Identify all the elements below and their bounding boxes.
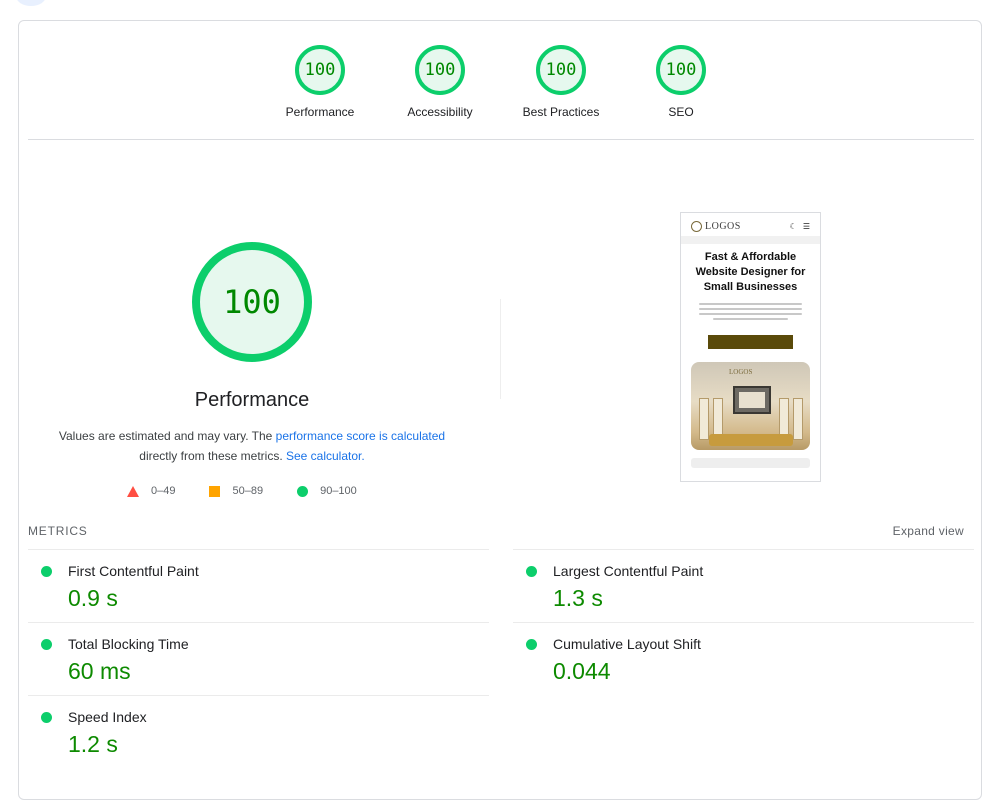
gauge-label: Performance <box>285 105 355 119</box>
text-line <box>699 303 802 305</box>
gauge-ring: 100 <box>656 45 706 95</box>
moon-icon: ☾ <box>789 222 797 231</box>
column-shape <box>793 398 803 440</box>
thumb-logo-text: LOGOS <box>705 221 741 232</box>
lighthouse-report-card: 100 Performance 100 Accessibility 100 Be… <box>18 20 982 800</box>
vertical-divider <box>500 299 501 399</box>
legend-fail-label: 0–49 <box>151 485 176 497</box>
metric-cumulative-layout-shift: Cumulative Layout Shift 0.044 <box>513 622 974 695</box>
legend-pass: 90–100 <box>297 485 357 497</box>
metric-value: 0.044 <box>553 658 611 684</box>
legend-pass-label: 90–100 <box>320 485 357 497</box>
performance-score-link[interactable]: performance score is calculated <box>276 429 445 443</box>
thumb-cta-button <box>708 335 793 349</box>
pass-circle-icon <box>41 712 52 723</box>
section-divider <box>28 139 974 140</box>
pass-circle-icon <box>526 639 537 650</box>
text-line <box>699 308 802 310</box>
category-gauges: 100 Performance 100 Accessibility 100 Be… <box>19 21 983 141</box>
gauge-best-practices[interactable]: 100 Best Practices <box>501 45 621 119</box>
thumb-band <box>681 236 820 244</box>
metric-value: 60 ms <box>68 658 131 684</box>
top-avatar-edge <box>16 0 46 6</box>
thumb-body-text <box>691 303 810 329</box>
gauge-label: Accessibility <box>407 105 473 119</box>
metric-first-contentful-paint: First Contentful Paint 0.9 s <box>28 549 489 622</box>
gold-base-shape <box>709 434 793 446</box>
desc-text-2: directly from these metrics. <box>139 449 286 463</box>
monitor-shape <box>733 386 771 414</box>
page-screenshot-thumbnail[interactable]: LOGOS ☾ ☰ Fast & Affordable Website Desi… <box>680 212 821 482</box>
legend-average: 50–89 <box>209 485 263 497</box>
pass-circle-icon <box>41 566 52 577</box>
desc-text: Values are estimated and may vary. The <box>58 429 276 443</box>
thumb-hero-image: LOGOS <box>691 362 810 450</box>
score-legend: 0–49 50–89 90–100 <box>127 485 357 497</box>
thumb-header-icons: ☾ ☰ <box>790 222 810 231</box>
gauge-label: SEO <box>668 105 694 119</box>
metric-name: Speed Index <box>68 709 147 725</box>
thumb-footer <box>691 458 810 468</box>
gauge-ring: 100 <box>415 45 465 95</box>
column-shape <box>699 398 709 440</box>
metric-speed-index: Speed Index 1.2 s <box>28 695 489 768</box>
pass-circle-icon <box>297 485 309 497</box>
legend-fail: 0–49 <box>127 485 175 497</box>
gauge-seo[interactable]: 100 SEO <box>621 45 741 119</box>
text-line <box>699 313 802 315</box>
fail-triangle-icon <box>127 485 139 497</box>
menu-icon: ☰ <box>802 222 810 231</box>
thumb-header: LOGOS ☾ ☰ <box>681 213 820 236</box>
pass-circle-icon <box>526 566 537 577</box>
pass-circle-icon <box>41 639 52 650</box>
metric-total-blocking-time: Total Blocking Time 60 ms <box>28 622 489 695</box>
metric-largest-contentful-paint: Largest Contentful Paint 1.3 s <box>513 549 974 622</box>
legend-average-label: 50–89 <box>232 485 264 497</box>
gauge-ring: 100 <box>536 45 586 95</box>
see-calculator-link[interactable]: See calculator. <box>286 449 365 463</box>
text-line <box>713 318 788 320</box>
metric-name: Cumulative Layout Shift <box>553 636 701 652</box>
metric-name: Largest Contentful Paint <box>553 563 704 579</box>
average-square-icon <box>209 485 221 497</box>
performance-title: Performance <box>194 389 310 411</box>
metric-name: Total Blocking Time <box>68 636 189 652</box>
monitor-screen <box>739 392 765 408</box>
expand-view-button[interactable]: Expand view <box>893 524 964 538</box>
thumb-headline: Fast & Affordable Website Designer for S… <box>695 251 806 293</box>
gauge-performance[interactable]: 100 Performance <box>260 45 380 119</box>
gauge-label: Best Practices <box>522 105 600 119</box>
performance-score-gauge: 100 <box>192 242 312 362</box>
metric-value: 0.9 s <box>68 585 118 611</box>
metric-value: 1.2 s <box>68 731 118 757</box>
metric-name: First Contentful Paint <box>68 563 199 579</box>
score-description: Values are estimated and may vary. The p… <box>42 426 462 466</box>
metrics-section-label: METRICS <box>28 524 88 538</box>
gauge-accessibility[interactable]: 100 Accessibility <box>380 45 500 119</box>
logo-mark-icon <box>691 221 702 232</box>
thumb-logo: LOGOS <box>691 221 741 232</box>
metric-value: 1.3 s <box>553 585 603 611</box>
thumb-image-logo: LOGOS <box>729 368 753 376</box>
gauge-ring: 100 <box>295 45 345 95</box>
